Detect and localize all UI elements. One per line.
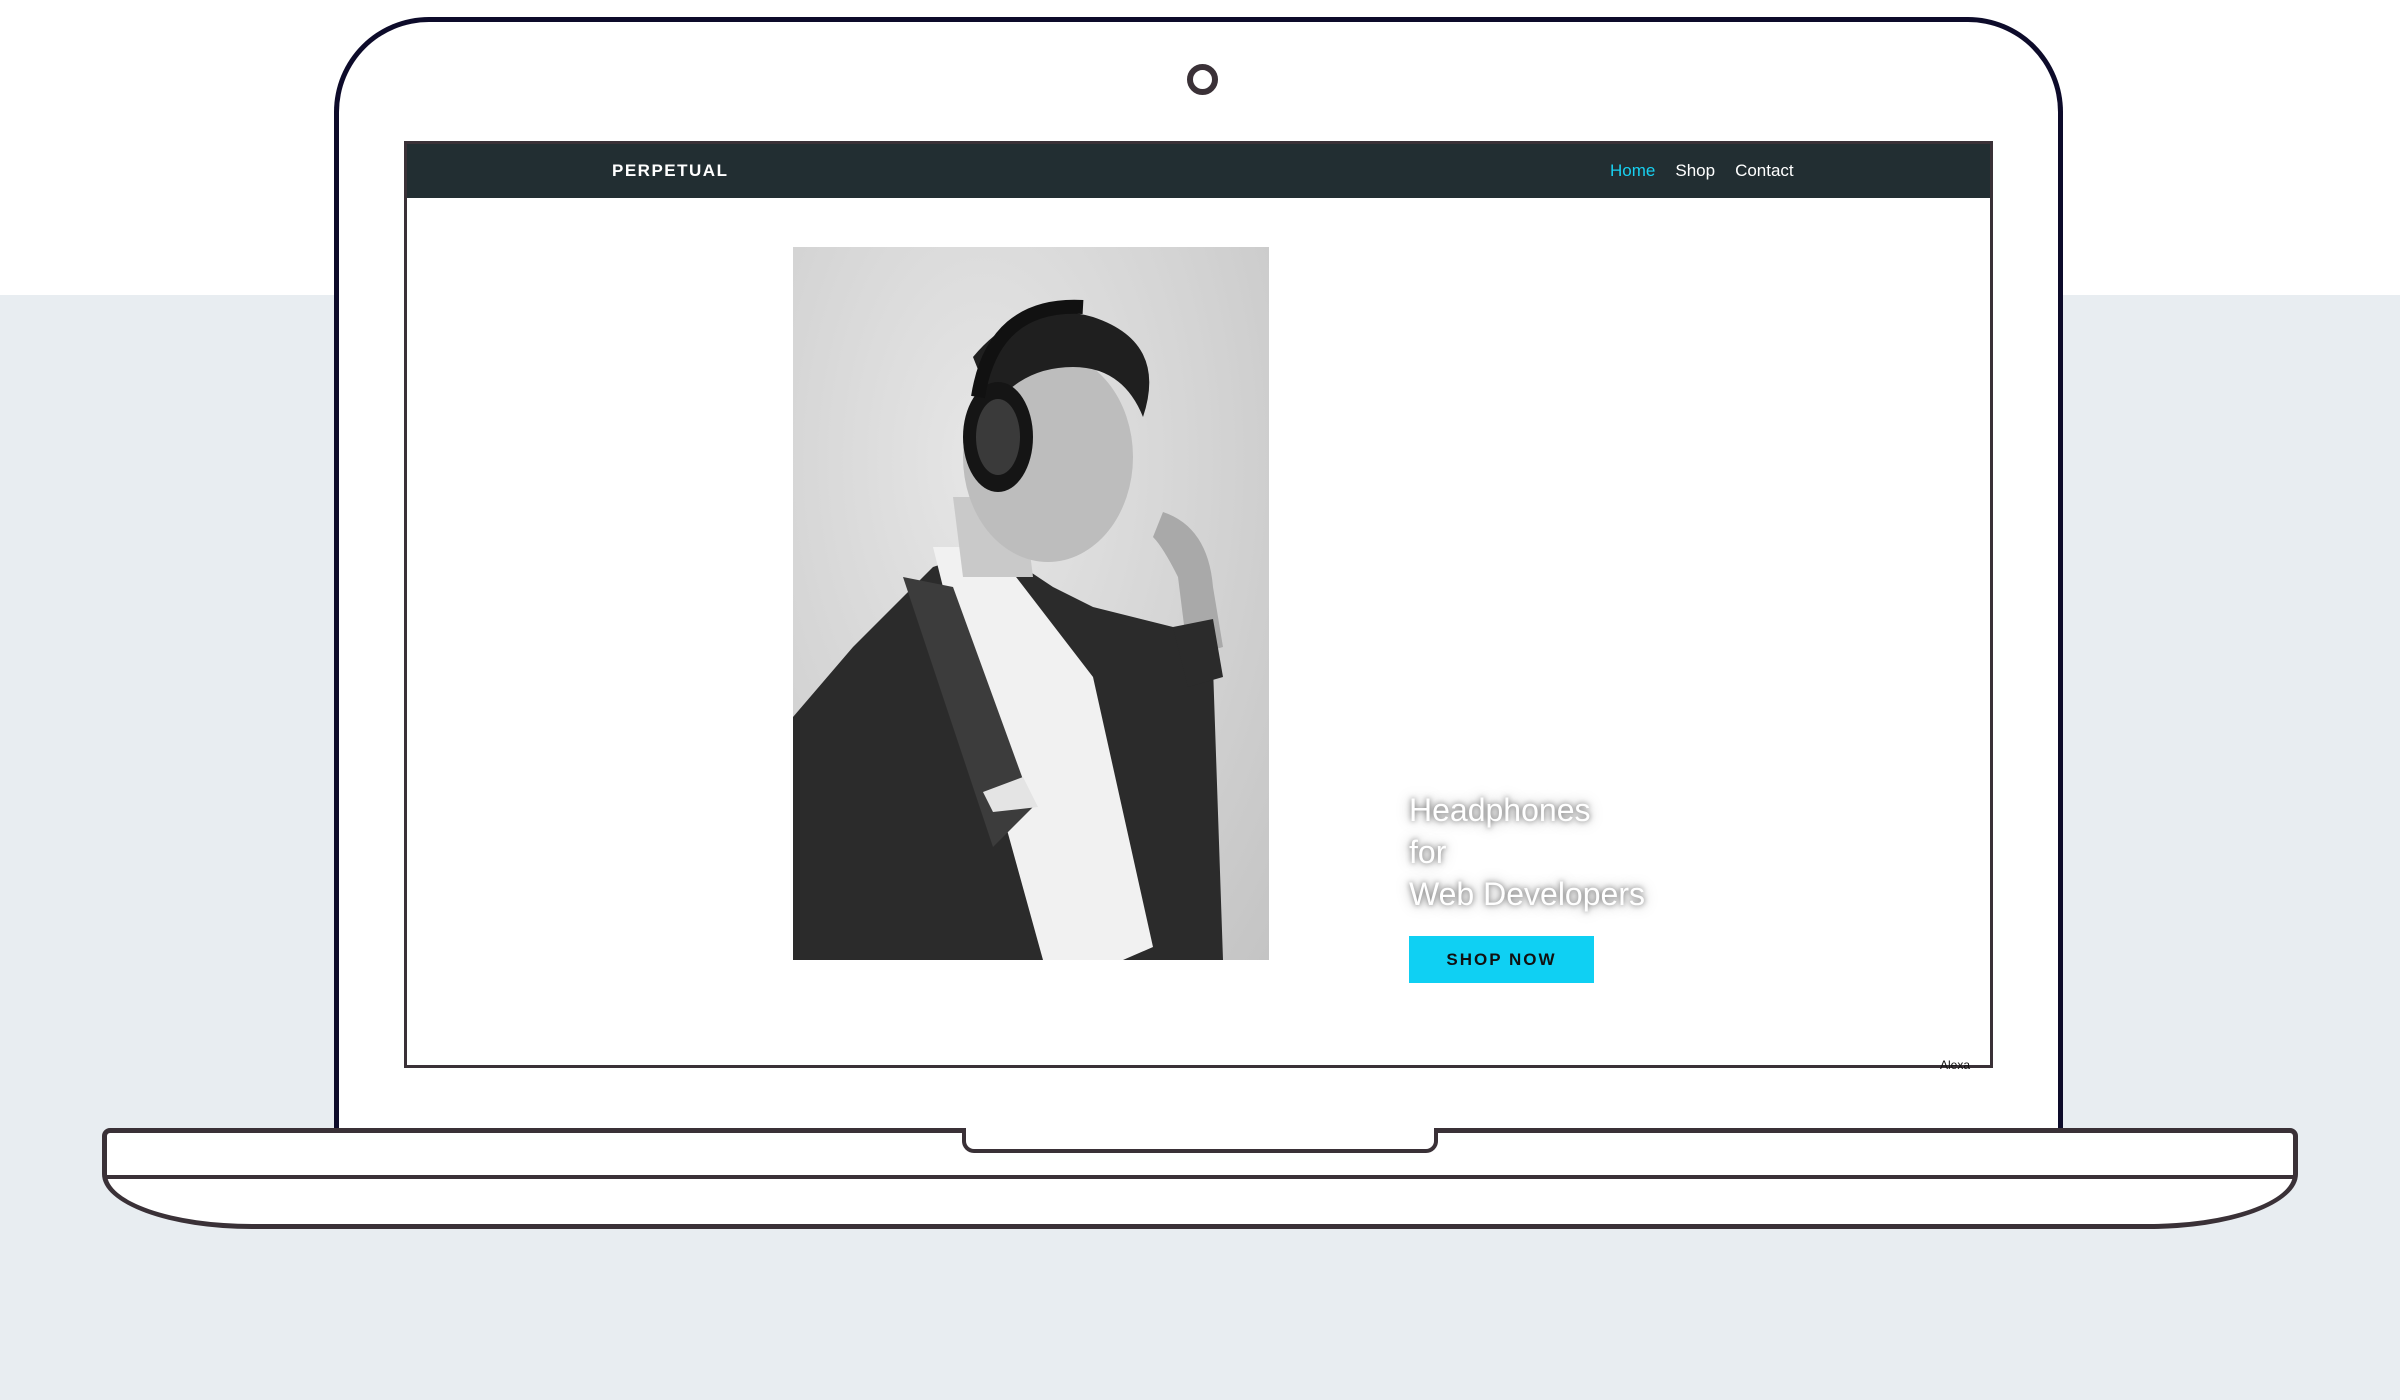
shop-now-button[interactable]: SHOP NOW [1409, 936, 1594, 983]
nav-link-home[interactable]: Home [1610, 161, 1655, 181]
webcam-icon [1187, 64, 1218, 95]
laptop-base-edge [106, 1175, 2294, 1179]
nav-links: Home Shop Contact [1610, 144, 1794, 198]
site-navbar: PERPETUAL Home Shop Contact [407, 144, 1990, 198]
laptop-opening-notch [962, 1128, 1438, 1153]
tagline-line-3: Web Developers [1409, 876, 1645, 912]
photo-credit: Alexa [1940, 1058, 1971, 1072]
tagline-line-1: Headphones [1409, 792, 1591, 828]
brand-logo[interactable]: PERPETUAL [612, 144, 728, 198]
hero-tagline: Headphones for Web Developers [1409, 789, 1645, 915]
tagline-line-2: for [1409, 834, 1447, 870]
hero-image [793, 247, 1269, 960]
nav-link-shop[interactable]: Shop [1675, 161, 1715, 181]
laptop-screen: PERPETUAL Home Shop Contact Headphones f… [404, 141, 1993, 1068]
nav-link-contact[interactable]: Contact [1735, 161, 1794, 181]
